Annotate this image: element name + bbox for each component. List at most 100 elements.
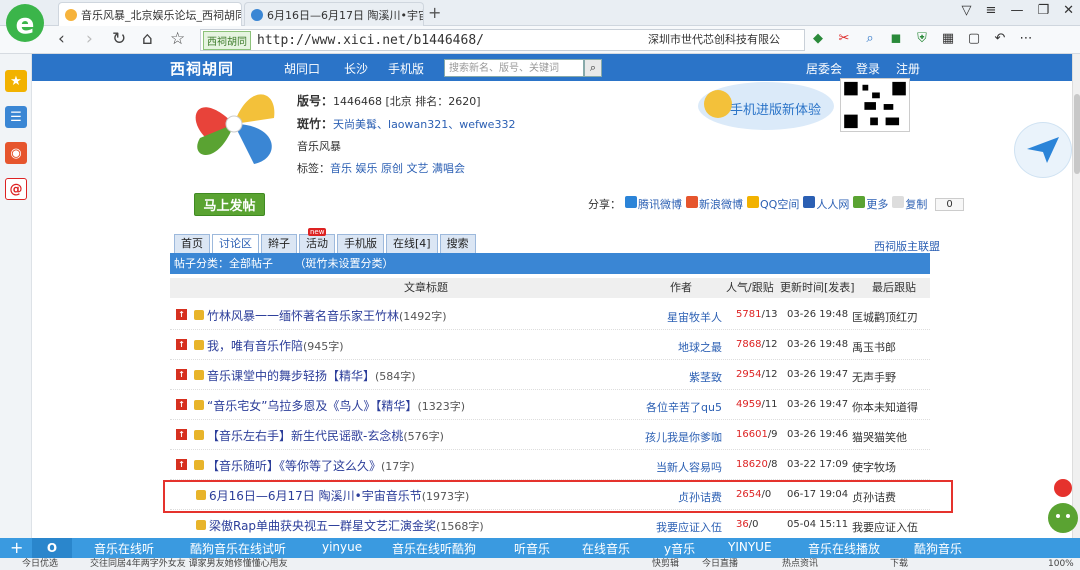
category-label[interactable]: 帖子分类：全部帖子 (174, 257, 273, 270)
site-brand[interactable]: 西祠胡同 (170, 58, 234, 79)
mascot-icon[interactable] (1046, 478, 1080, 538)
browser-logo-icon[interactable]: e (6, 4, 44, 42)
share-tencent-weibo[interactable]: 腾讯微博 (625, 196, 682, 212)
tab-mobile[interactable]: 手机版 (337, 234, 384, 254)
post-title[interactable]: 竹林风暴一一缅怀著名音乐家王竹林(1492字) (207, 307, 447, 324)
bottom-link[interactable]: y音乐 (664, 540, 695, 557)
shield-icon[interactable]: ⛨ (914, 30, 930, 46)
nav-link-city[interactable]: 长沙 (344, 60, 368, 77)
undo-icon[interactable]: ↶ (992, 30, 1008, 46)
table-row[interactable]: ↑ 我，唯有音乐作陪(945字) 地球之最 7868/12 03-26 19:48 禹玉书… (170, 330, 930, 360)
mobile-promo-banner[interactable]: 手机进版新体验 (696, 78, 836, 132)
bottom-link[interactable]: 音乐在线播放 (808, 540, 880, 557)
email-icon[interactable]: @ (5, 178, 27, 200)
table-row[interactable]: 梁傲Rap单曲获央视五一群星文艺汇演金奖(1568字) 我要应证入伍 36/0 05-… (170, 510, 930, 540)
login-link[interactable]: 登录 (856, 60, 880, 77)
post-last-reply[interactable]: 使字牧场 (852, 459, 896, 475)
bottom-link[interactable]: 听音乐 (514, 540, 550, 557)
nav-link-hutongkou[interactable]: 胡同口 (284, 60, 320, 77)
post-author[interactable]: 当新人容易吗 (656, 459, 722, 475)
board-tags[interactable]: 音乐 娱乐 原创 文艺 满唱会 (330, 162, 465, 175)
tab-search[interactable]: 搜索 (439, 234, 476, 254)
tab-discussion[interactable]: 讨论区 (212, 234, 259, 254)
more-icon[interactable]: ⋯ (1018, 30, 1034, 46)
reading-list-icon[interactable]: ☰ (5, 106, 27, 128)
back-icon[interactable]: ‹ (58, 29, 65, 49)
share-renren[interactable]: 人人网 (803, 196, 849, 212)
post-author[interactable]: 地球之最 (678, 339, 722, 355)
table-row[interactable]: ↑ “音乐宅女”乌拉多恩及《鸟人》【精华】(1323字) 各位辛苦了qu5 4959/… (170, 390, 930, 420)
post-last-reply[interactable]: 无声手野 (852, 369, 896, 385)
tab-online[interactable]: 在线[4] (386, 234, 438, 254)
page-scrollbar[interactable] (1072, 54, 1080, 538)
restore-icon[interactable]: ❐ (1037, 3, 1049, 18)
bottom-link[interactable]: YINYUE (728, 540, 772, 554)
share-copy[interactable]: 复制 (892, 196, 927, 212)
extension-icon[interactable]: ◆ (810, 30, 826, 46)
moderator-alliance-link[interactable]: 西祠版主联盟 (874, 238, 940, 254)
table-row[interactable]: ↑ 【音乐随听】《等你等了这么久》(17字) 当新人容易吗 18620/8 03-22 … (170, 450, 930, 480)
nav-link-juweihui[interactable]: 居委会 (806, 60, 842, 77)
reload-icon[interactable]: ↻ (112, 29, 126, 49)
post-author[interactable]: 我要应证入伍 (656, 519, 722, 535)
post-last-reply[interactable]: 禹玉书郎 (852, 339, 896, 355)
tab-forum[interactable]: 音乐风暴_北京娱乐论坛_西祠胡同 × (58, 2, 242, 26)
minimize-icon[interactable]: — (1010, 3, 1023, 18)
add-icon[interactable]: + (10, 538, 23, 558)
bottom-link[interactable]: 酷狗音乐 (914, 540, 962, 557)
weibo-icon[interactable]: ◉ (5, 142, 27, 164)
tab-braids[interactable]: 辫子 (261, 234, 297, 254)
bottom-link[interactable]: 酷狗音乐在线试听 (190, 540, 286, 557)
apps-grid-icon[interactable]: ▦ (940, 30, 956, 46)
post-title[interactable]: 【音乐随听】《等你等了这么久》(17字) (207, 457, 415, 474)
tab-home[interactable]: 首页 (174, 234, 210, 254)
game-icon[interactable]: ◼ (888, 30, 904, 46)
table-row[interactable]: ↑ 竹林风暴一一缅怀著名音乐家王竹林(1492字) 星宙牧羊人 5781/13 03-2… (170, 300, 930, 330)
tab-events[interactable]: new 活动 (299, 228, 335, 254)
bottom-link[interactable]: 音乐在线听 (94, 540, 154, 557)
new-post-button[interactable]: 马上发帖 (194, 193, 265, 216)
bottom-link[interactable]: 音乐在线听酷狗 (392, 540, 476, 557)
post-author[interactable]: 紫茎致 (689, 369, 722, 385)
cert-company-label[interactable]: 深圳市世代芯创科技有限公 (648, 31, 780, 47)
register-link[interactable]: 注册 (896, 60, 920, 77)
post-title[interactable]: “音乐宅女”乌拉多恩及《鸟人》【精华】(1323字) (207, 397, 465, 414)
status-item[interactable]: 今日直播 (702, 558, 738, 570)
close-window-icon[interactable]: ✕ (1063, 3, 1074, 18)
post-author[interactable]: 各位辛苦了qu5 (646, 399, 722, 415)
bird-assistant-icon[interactable] (1014, 122, 1072, 178)
scissors-icon[interactable]: ✂ (836, 30, 852, 46)
post-title[interactable]: 音乐课堂中的舞步轻扬【精华】(584字) (207, 367, 416, 384)
share-more[interactable]: 更多 (853, 196, 888, 212)
post-last-reply[interactable]: 匡城鹳顶红刃 (852, 309, 918, 325)
status-item[interactable]: 快剪辑 (652, 558, 679, 570)
post-author[interactable]: 星宙牧羊人 (667, 309, 722, 325)
post-title[interactable]: 【音乐左右手】新生代民谣歌-玄念桃(576字) (207, 427, 444, 444)
tab-festival[interactable]: 6月16日—6月17日 陶溪川•宇宙 × (244, 2, 424, 26)
status-item[interactable]: 热点资讯 (782, 558, 818, 570)
share-qzone[interactable]: QQ空间 (747, 196, 799, 212)
status-left[interactable]: 今日优选 (22, 558, 58, 570)
favorites-star-icon[interactable]: ★ (5, 70, 27, 92)
site-identity-badge[interactable]: 西祠胡同 (203, 30, 251, 50)
site-search-input[interactable]: 搜索新名、版号、关键词 (444, 59, 584, 77)
forward-icon[interactable]: › (86, 29, 93, 49)
post-title[interactable]: 我，唯有音乐作陪(945字) (207, 337, 344, 354)
post-last-reply[interactable]: 猫哭猫笑他 (852, 429, 907, 445)
home-icon[interactable]: ⌂ (142, 29, 153, 49)
nav-link-mobile[interactable]: 手机版 (388, 60, 424, 77)
share-sina-weibo[interactable]: 新浪微博 (686, 196, 743, 212)
bottom-link[interactable]: 在线音乐 (582, 540, 630, 557)
search-icon[interactable]: ⌕ (862, 30, 878, 46)
new-tab-button[interactable]: + (428, 3, 441, 22)
skin-icon[interactable]: ▽ (962, 3, 972, 18)
board-moderators[interactable]: 天尚美髯、laowan321、wefwe332 (333, 118, 515, 131)
screen-icon[interactable]: ▢ (966, 30, 982, 46)
post-title[interactable]: 梁傲Rap单曲获央视五一群星文艺汇演金奖(1568字) (209, 517, 484, 534)
table-row[interactable]: ↑ 【音乐左右手】新生代民谣歌-玄念桃(576字) 孩儿我是你爹咖 16601/9 03… (170, 420, 930, 450)
url-text[interactable]: http://www.xici.net/b1446468/ (257, 33, 484, 48)
menu-icon[interactable]: ≡ (986, 3, 997, 18)
search-button-icon[interactable]: ⌕ (584, 59, 602, 77)
status-item[interactable]: 下载 (890, 558, 908, 570)
post-last-reply[interactable]: 我要应证入伍 (852, 519, 918, 535)
